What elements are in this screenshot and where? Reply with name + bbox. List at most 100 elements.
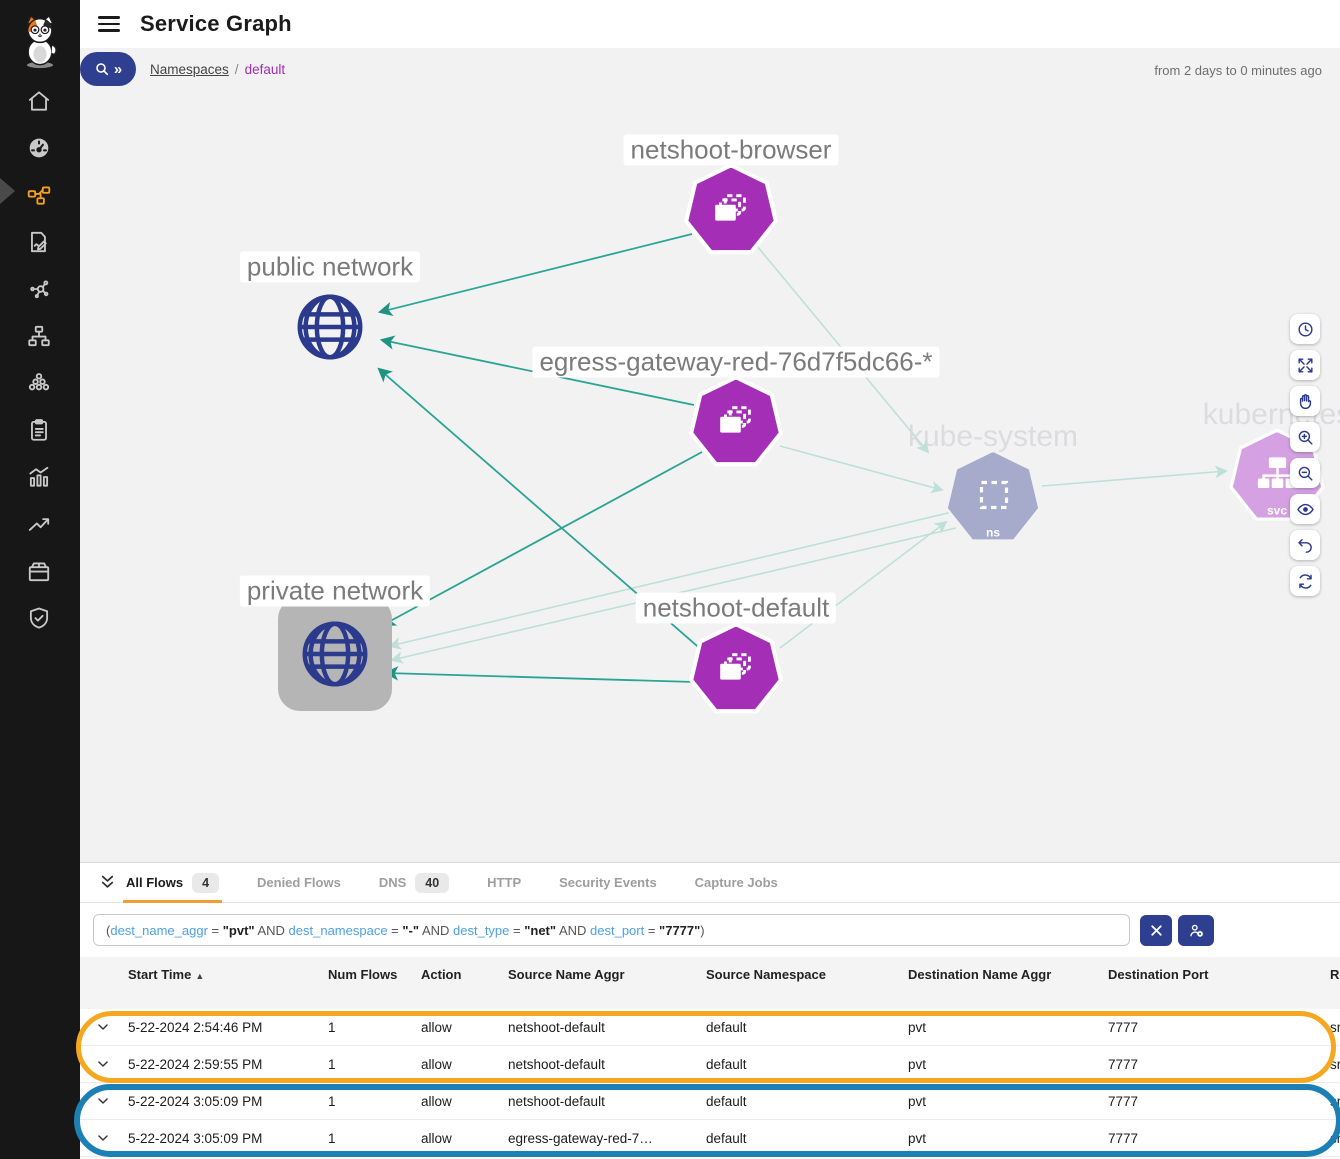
expand-row-button[interactable] [94, 1131, 112, 1145]
cell-reporter: src [1330, 1131, 1340, 1146]
cell-destination_name_aggr: pvt [908, 1094, 1108, 1109]
tab-all-flows[interactable]: All Flows4 [126, 863, 219, 903]
sidebar-item-service-graph[interactable] [26, 182, 54, 208]
cell-source_name_aggr: netshoot-default [508, 1020, 706, 1035]
column-header-start_time[interactable]: Start Time▲ [128, 966, 328, 984]
column-header-action[interactable]: Action [421, 966, 508, 984]
edge-netshoot-default-to-kube-system [780, 522, 946, 648]
expand-row-button[interactable] [94, 1094, 112, 1108]
home-icon [26, 88, 52, 114]
sidebar-item-network-sets[interactable] [26, 323, 54, 349]
cell-action: allow [421, 1020, 508, 1035]
filter-query-input[interactable]: (dest_name_aggr = "pvt" AND dest_namespa… [93, 914, 1130, 946]
namespace-icon [969, 474, 1017, 522]
breadcrumb-current: default [245, 62, 286, 77]
tab-http[interactable]: HTTP [487, 863, 521, 903]
graph-search-pill[interactable]: » [80, 52, 136, 86]
table-row[interactable]: 5-22-2024 2:54:46 PM1allownetshoot-defau… [80, 1009, 1340, 1046]
table-body: 5-22-2024 2:54:46 PM1allownetshoot-defau… [80, 1009, 1340, 1157]
cell-source_name_aggr: netshoot-default [508, 1057, 706, 1072]
table-header: Start Time▲Num FlowsActionSource Name Ag… [80, 957, 1340, 1009]
sidebar-item-security[interactable] [26, 605, 54, 631]
undo-icon [1296, 536, 1315, 555]
sidebar-item-trends[interactable] [26, 511, 54, 537]
clear-filter-x-icon [1148, 922, 1165, 939]
breadcrumb-namespaces-link[interactable]: Namespaces [150, 62, 229, 77]
trends-icon [26, 511, 52, 537]
collapse-panel-button[interactable] [94, 870, 120, 896]
sidebar-item-statistics[interactable] [26, 464, 54, 490]
graph-node-private-network[interactable] [278, 597, 392, 711]
time-range-label: from 2 days to 0 minutes ago [1154, 63, 1322, 78]
expand-icon [1296, 356, 1315, 375]
cell-destination_port: 7777 [1108, 1020, 1330, 1035]
search-icon [94, 61, 110, 77]
column-header-source_namespace[interactable]: Source Namespace [706, 966, 908, 984]
cell-source_namespace: default [706, 1131, 908, 1146]
cell-destination_name_aggr: pvt [908, 1057, 1108, 1072]
cell-source_namespace: default [706, 1094, 908, 1109]
calico-cat-logo[interactable] [0, 0, 80, 84]
tab-count-badge: 4 [192, 873, 219, 893]
pods-icon [713, 647, 759, 693]
zoom-out-button[interactable] [1290, 458, 1320, 488]
graph-node-egress-gateway[interactable] [688, 375, 784, 471]
node-label-netshoot-default: netshoot-default [636, 593, 836, 624]
visibility-eye-button[interactable] [1290, 494, 1320, 524]
tab-label: Capture Jobs [695, 875, 778, 890]
flows-tabs: All Flows4 Denied Flows DNS40 HTTP Security … [126, 863, 778, 903]
sidebar-item-archive[interactable] [26, 558, 54, 584]
expand-button[interactable] [1290, 350, 1320, 380]
user-settings-button[interactable] [1178, 915, 1214, 946]
pan-hand-button[interactable] [1290, 386, 1320, 416]
sidebar-item-clusters[interactable] [26, 370, 54, 396]
sidebar-item-endpoints[interactable] [26, 276, 54, 302]
column-header-destination_name_aggr[interactable]: Destination Name Aggr [908, 966, 1108, 984]
table-row[interactable]: 5-22-2024 3:05:09 PM1allowegress-gateway… [80, 1120, 1340, 1157]
graph-node-netshoot-default[interactable] [688, 622, 784, 718]
refresh-button[interactable] [1290, 566, 1320, 596]
refresh-icon [1296, 572, 1315, 591]
expand-row-button[interactable] [94, 1057, 112, 1071]
column-header-reporter[interactable]: Reporter [1330, 966, 1340, 984]
expand-row-button[interactable] [94, 1020, 112, 1034]
pan-hand-icon [1296, 392, 1315, 411]
chevron-down-icon [96, 1020, 110, 1034]
table-row[interactable]: 5-22-2024 2:59:55 PM1allownetshoot-defau… [80, 1046, 1340, 1083]
undo-button[interactable] [1290, 530, 1320, 560]
zoom-in-button[interactable] [1290, 422, 1320, 452]
tab-denied-flows[interactable]: Denied Flows [257, 863, 341, 903]
cell-start_time: 5-22-2024 3:05:09 PM [128, 1131, 328, 1146]
clock-button[interactable] [1290, 314, 1320, 344]
tab-security-events[interactable]: Security Events [559, 863, 657, 903]
cell-destination_name_aggr: pvt [908, 1131, 1108, 1146]
sidebar-item-home[interactable] [26, 88, 54, 114]
table-row[interactable]: 5-22-2024 3:05:09 PM1allownetshoot-defau… [80, 1083, 1340, 1120]
pods-icon [713, 400, 759, 446]
sidebar-item-dashboard[interactable] [26, 135, 54, 161]
cell-source_name_aggr: egress-gateway-red-7… [508, 1131, 706, 1146]
column-header-source_name_aggr[interactable]: Source Name Aggr [508, 966, 706, 984]
dashboard-icon [26, 135, 52, 161]
graph-node-public-network[interactable] [291, 288, 369, 366]
column-header-num_flows[interactable]: Num Flows [328, 966, 421, 984]
cell-num_flows: 1 [328, 1094, 421, 1109]
sidebar-item-compliance[interactable] [26, 417, 54, 443]
chevron-down-icon [96, 1131, 110, 1145]
column-header-destination_port[interactable]: Destination Port [1108, 966, 1330, 984]
sidebar-item-policies[interactable] [26, 229, 54, 255]
graph-node-kube-system[interactable]: ns [945, 450, 1042, 547]
visibility-eye-icon [1296, 500, 1315, 519]
service-graph-page: Service Graph » Namespaces/default from … [0, 0, 1340, 1159]
sort-asc-icon: ▲ [195, 971, 204, 981]
clusters-icon [26, 370, 52, 396]
clear-filter-button[interactable] [1140, 915, 1172, 946]
policies-icon [26, 229, 52, 255]
cell-action: allow [421, 1131, 508, 1146]
tab-dns[interactable]: DNS40 [379, 863, 449, 903]
cell-start_time: 5-22-2024 2:59:55 PM [128, 1057, 328, 1072]
hamburger-menu-icon[interactable] [98, 16, 120, 32]
graph-node-netshoot-browser[interactable] [683, 163, 779, 259]
tab-capture-jobs[interactable]: Capture Jobs [695, 863, 778, 903]
service-graph-canvas[interactable]: » Namespaces/default from 2 days to 0 mi… [80, 48, 1340, 862]
